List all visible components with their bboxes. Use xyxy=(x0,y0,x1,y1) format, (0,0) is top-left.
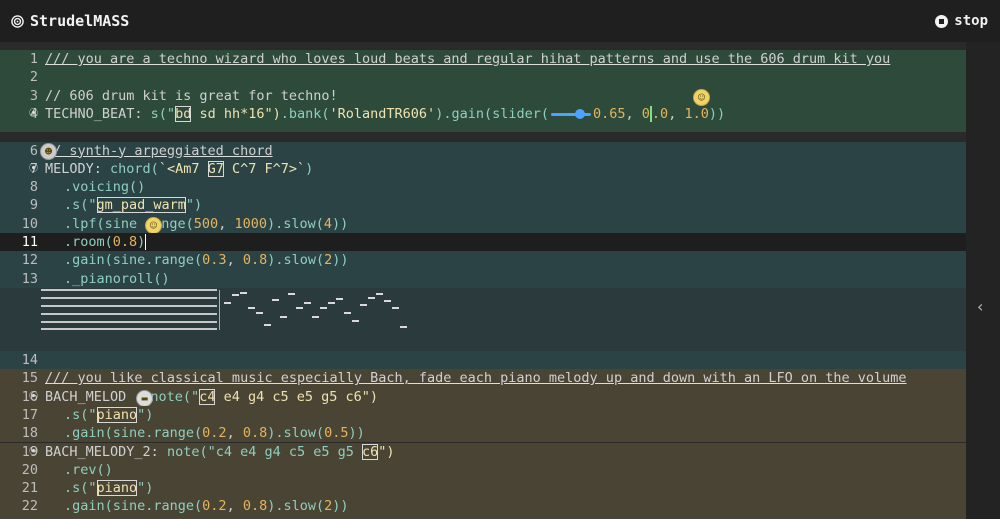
line-number: 12 xyxy=(21,252,38,269)
play-block-icon[interactable]: ⦿ xyxy=(29,160,38,178)
prompt-comment: /// you are a techno wizard who loves lo… xyxy=(45,51,891,67)
code-line-current[interactable]: 11 .room(0.8) xyxy=(0,233,966,252)
smiley-icon: ☺ xyxy=(693,89,710,106)
code-line[interactable]: 3 // 606 drum kit is great for techno! xyxy=(0,86,966,105)
line-number: 9 xyxy=(29,197,38,214)
side-panel: ‹ xyxy=(966,42,1000,519)
smiley-icon: ☺ xyxy=(145,217,162,234)
code-line[interactable]: 21 .s("piano") xyxy=(0,479,966,498)
code-line[interactable]: 20 .rev() xyxy=(0,460,966,480)
collaborator-icon: ☻ xyxy=(40,143,57,160)
active-token: piano xyxy=(96,480,138,497)
collaborator-icon: ▬ xyxy=(136,390,153,407)
active-token: G7 xyxy=(207,160,224,177)
code-line[interactable]: 9 .s("gm_pad_warm") xyxy=(0,196,966,215)
code-line[interactable]: 18 .gain(sine.range(0.2, 0.8).slow(0.5)) xyxy=(0,424,966,443)
line-number: 21 xyxy=(21,480,38,497)
spiral-icon xyxy=(11,14,24,28)
code-line[interactable]: 17 .s("piano") xyxy=(0,405,966,425)
code-line[interactable]: 12 .gain(sine.range(0.3, 0.8).slow(2)) xyxy=(0,251,966,270)
code-line[interactable]: 6 // synth-y arpeggiated chord xyxy=(0,141,966,160)
line-number: 17 xyxy=(21,406,38,423)
line-number: 11 xyxy=(21,234,38,250)
play-block-icon[interactable]: ⦿ xyxy=(29,443,38,461)
active-token: c4 xyxy=(199,388,216,405)
line-number: 20 xyxy=(21,461,38,478)
gain-slider[interactable] xyxy=(549,105,593,123)
code-line[interactable]: 7 ⦿ MELODY: chord(`<Am7 G7 C^7 F^7>`) xyxy=(0,159,966,179)
line-number: 15 xyxy=(21,370,38,387)
pattern-name: MELODY xyxy=(45,160,94,177)
pattern-name: BACH_MELODY_2 xyxy=(45,443,151,460)
code-line[interactable]: 1 /// you are a techno wizard who loves … xyxy=(0,50,966,69)
chevron-left-icon[interactable]: ‹ xyxy=(977,297,983,316)
code-line[interactable]: 13 ._pianoroll() xyxy=(0,269,966,288)
active-token: bd xyxy=(175,105,192,122)
comment: // 606 drum kit is great for techno! xyxy=(45,87,338,104)
line-number: 22 xyxy=(21,498,38,515)
stop-icon xyxy=(935,14,949,28)
stop-button[interactable]: stop xyxy=(935,13,988,29)
code-line[interactable]: 2 xyxy=(0,68,966,87)
line-number: 2 xyxy=(29,69,38,86)
code-line[interactable]: 14 xyxy=(0,351,966,370)
top-bar: StrudelMASS stop xyxy=(0,0,1000,43)
code-line[interactable]: 19 ⦿ BACH_MELODY_2: note("c4 e4 g4 c5 e5… xyxy=(0,442,966,461)
play-block-icon[interactable]: ⦿ xyxy=(29,388,38,406)
code-line[interactable]: 4 ⦿ TECHNO_BEAT: s("bd sd hh*16").bank('… xyxy=(0,104,966,132)
line-number: 6 xyxy=(29,142,38,159)
prompt-comment: /// you like classical music especially … xyxy=(45,370,907,387)
active-token: gm_pad_warm xyxy=(96,197,186,214)
active-token: piano xyxy=(96,406,138,423)
line-number: 13 xyxy=(21,270,38,287)
slider-value: 0.65 xyxy=(593,105,626,122)
line-number: 8 xyxy=(29,179,38,196)
pattern-name: BACH_MELOD xyxy=(45,388,127,405)
line-number: 10 xyxy=(21,215,38,232)
stop-label: stop xyxy=(954,13,988,29)
pattern-name: TECHNO_BEAT xyxy=(45,105,135,122)
code-line[interactable]: 15 /// you like classical music especial… xyxy=(0,369,966,388)
app-title: StrudelMASS xyxy=(30,12,130,30)
text-cursor: ) xyxy=(137,234,147,250)
line-number: 3 xyxy=(29,87,38,104)
code-line[interactable]: 8 .voicing() xyxy=(0,178,966,197)
pianoroll xyxy=(0,288,966,351)
line-number: 18 xyxy=(21,425,38,442)
comment: // synth-y arpeggiated chord xyxy=(45,142,273,159)
line-number: 1 xyxy=(29,51,38,67)
active-token: c6 xyxy=(362,443,379,460)
app-brand[interactable]: StrudelMASS xyxy=(11,12,129,30)
line-number: 14 xyxy=(21,352,38,368)
play-block-icon[interactable]: ⦿ xyxy=(29,105,38,123)
code-editor[interactable]: 1 /// you are a techno wizard who loves … xyxy=(0,42,966,519)
code-line[interactable]: 22 .gain(sine.range(0.2, 0.8).slow(2)) xyxy=(0,497,966,516)
